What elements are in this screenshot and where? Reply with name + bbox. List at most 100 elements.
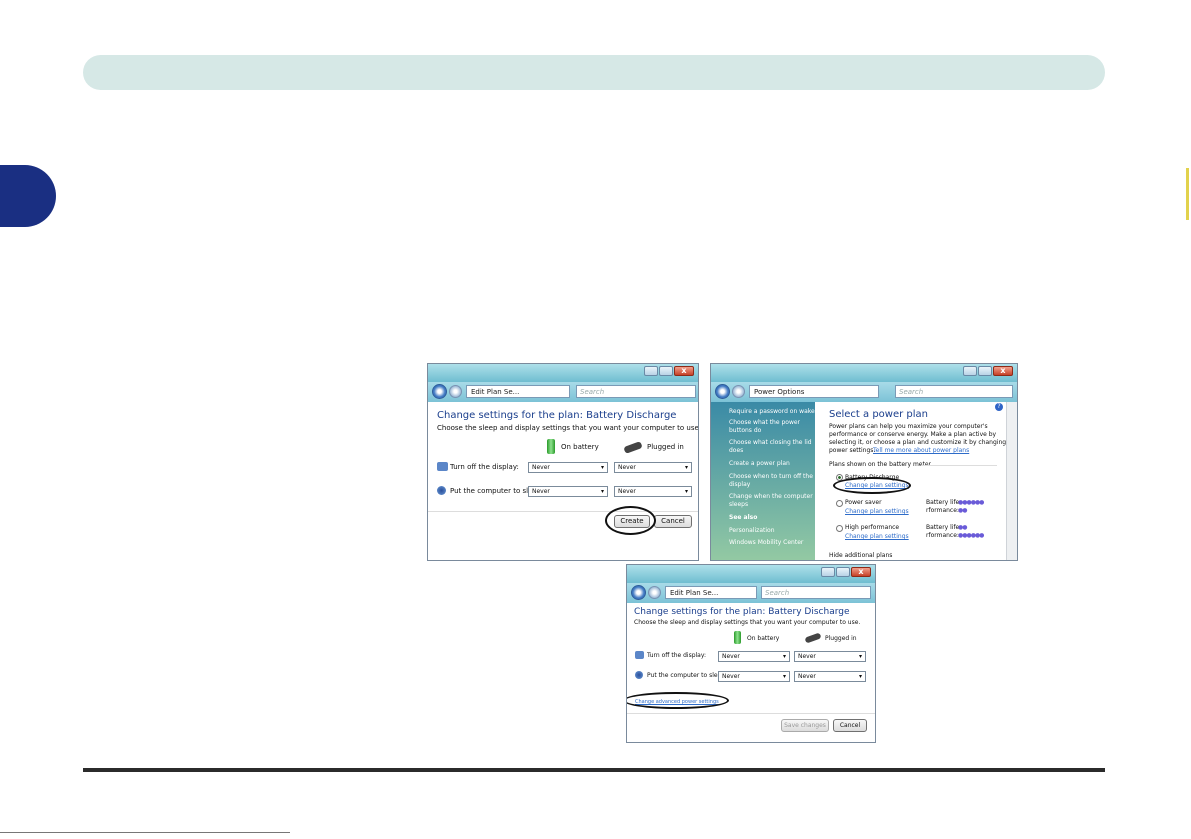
nav-bar: Edit Plan Se... Search [627,583,875,603]
radio-power-saver[interactable] [836,500,843,507]
battery-life-rating-2: ●● [958,524,968,531]
battery-life-label-2: Battery life: [926,524,962,531]
plugged-in-label: Plugged in [647,443,684,451]
scrollbar[interactable] [1006,402,1017,560]
nav-bar: Power Options Search [711,382,1017,402]
battery-life-label-1: Battery life: [926,499,962,506]
highlight-circle [627,692,729,709]
sidebar-item-power-buttons-2[interactable]: buttons do [729,427,761,434]
on-battery-label: On battery [747,635,780,642]
forward-button[interactable] [648,586,661,599]
sidebar-item-closing-lid-2[interactable]: does [729,447,743,454]
display-battery-select[interactable]: Never ▾ [718,651,790,662]
display-icon [635,651,644,659]
forward-button[interactable] [449,385,462,398]
display-plugged-select[interactable]: Never ▾ [794,651,866,662]
divider [627,713,875,714]
sidebar-item-create-plan[interactable]: Create a power plan [729,460,790,467]
cancel-button[interactable]: Cancel [654,515,692,528]
sidebar-item-sleep[interactable]: Change when the computer [729,493,813,500]
see-also-mobility-center[interactable]: Windows Mobility Center [729,539,803,546]
title-bar: x [711,364,1017,382]
intro-line-3: selecting it, or choose a plan and custo… [829,439,1016,446]
plan-name-power-saver: Power saver [845,499,882,506]
maximize-button[interactable] [978,366,992,376]
sleep-battery-select[interactable]: Never ▾ [528,486,608,497]
battery-icon [734,631,741,644]
hide-plans-toggle[interactable]: Hide additional plans [829,552,892,559]
breadcrumb: Power Options [754,388,805,396]
display-icon [437,462,448,471]
change-plan-settings-link-3[interactable]: Change plan settings [845,533,909,540]
sidebar-item-closing-lid[interactable]: Choose what closing the lid [729,439,812,446]
task-pane: Require a password on wakeup Choose what… [711,402,822,560]
radio-high-performance[interactable] [836,525,843,532]
highlight-circle [833,477,911,494]
plug-icon [804,632,822,644]
title-bar: x [428,364,698,382]
back-button[interactable] [432,384,447,399]
sleep-icon [635,671,643,679]
address-bar[interactable]: Edit Plan Se... [466,385,570,398]
minimize-button[interactable] [963,366,977,376]
minimize-button[interactable] [644,366,658,376]
close-button[interactable]: x [851,567,871,577]
minimize-button[interactable] [821,567,835,577]
display-label: Turn off the display: [450,463,519,471]
see-also-heading: See also [729,514,758,521]
intro-line-2: performance or conserve energy. Make a p… [829,431,997,438]
display-plugged-select[interactable]: Never ▾ [614,462,692,473]
search-input[interactable]: Search [761,586,871,599]
address-bar[interactable]: Power Options [749,385,879,398]
page-title: Select a power plan [829,409,929,420]
maximize-button[interactable] [659,366,673,376]
highlight-circle [605,506,656,535]
cancel-button[interactable]: Cancel [833,719,867,732]
sleep-battery-select[interactable]: Never ▾ [718,671,790,682]
page-subtitle: Choose the sleep and display settings th… [634,619,861,626]
address-bar[interactable]: Edit Plan Se... [665,586,757,599]
plug-icon [623,441,643,454]
battery-icon [547,439,555,454]
sidebar-item-turn-off-display[interactable]: Choose when to turn off the [729,473,813,480]
sidebar-item-sleep-2[interactable]: sleeps [729,501,748,508]
sleep-plugged-select[interactable]: Never ▾ [794,671,866,682]
plan-name-high-performance: High performance [845,524,900,531]
breadcrumb: Edit Plan Se... [670,589,719,597]
edit-plan-window-create: x Edit Plan Se... Search Change settings… [427,363,699,561]
page-subtitle: Choose the sleep and display settings th… [437,424,699,432]
battery-life-rating-1: ●●●●●● [958,499,984,506]
close-button[interactable]: x [993,366,1013,376]
on-battery-label: On battery [561,443,599,451]
see-also-personalization[interactable]: Personalization [729,527,775,534]
corner-rule [0,832,290,833]
save-changes-button[interactable]: Save changes [781,719,829,732]
display-label: Turn off the display: [647,652,706,659]
forward-button[interactable] [732,385,745,398]
performance-label-1: rformance: [926,507,959,514]
close-button[interactable]: x [674,366,694,376]
chapter-tab [0,165,56,227]
search-input[interactable]: Search [576,385,696,398]
page-title: Change settings for the plan: Battery Di… [634,607,850,617]
intro-line-4: power settings. [829,447,876,454]
change-plan-settings-link-2[interactable]: Change plan settings [845,508,909,515]
breadcrumb: Edit Plan Se... [471,388,520,396]
header-bar [83,55,1105,90]
performance-rating-2: ●●●●●● [958,532,984,539]
back-button[interactable] [715,384,730,399]
sidebar-item-power-buttons[interactable]: Choose what the power [729,419,800,426]
help-icon[interactable]: ? [995,403,1003,411]
margin-mark [1186,168,1189,220]
power-options-window: x Power Options Search Require a passwor… [710,363,1018,561]
performance-rating-1: ●● [958,507,968,514]
sidebar-item-require-password[interactable]: Require a password on wakeup [729,408,822,415]
title-bar: x [627,565,875,583]
sidebar-item-turn-off-display-2[interactable]: display [729,481,750,488]
display-battery-select[interactable]: Never ▾ [528,462,608,473]
sleep-plugged-select[interactable]: Never ▾ [614,486,692,497]
search-input[interactable]: Search [895,385,1013,398]
back-button[interactable] [631,585,646,600]
maximize-button[interactable] [836,567,850,577]
tell-me-more-link[interactable]: Tell me more about power plans [873,447,969,454]
